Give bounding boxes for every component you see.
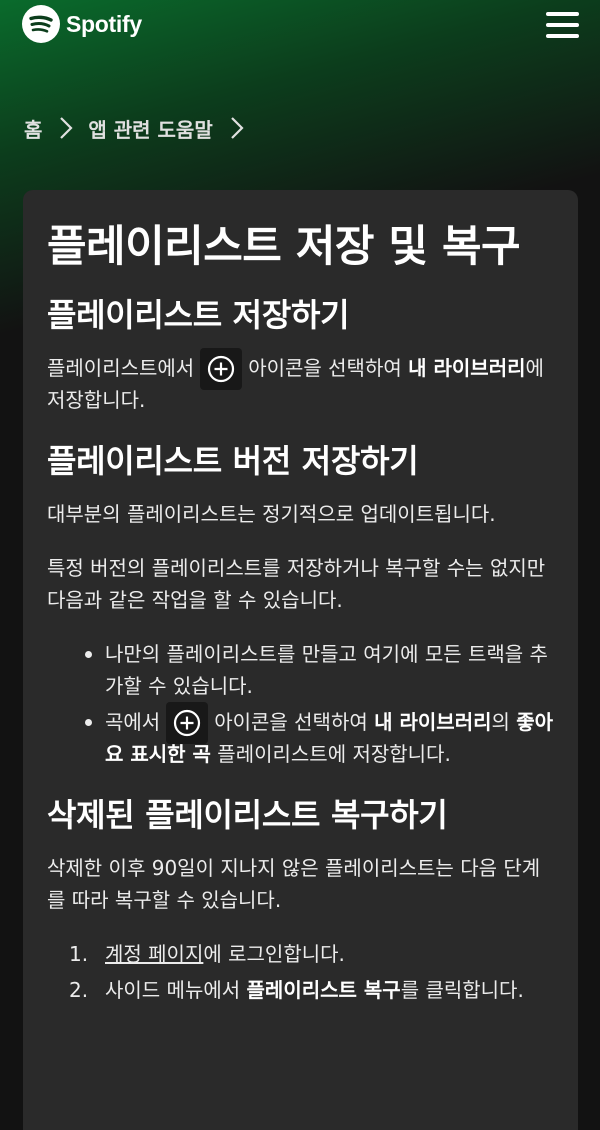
section-restore-text: 삭제한 이후 90일이 지나지 않은 플레이리스트는 다음 단계를 따라 복구할…	[47, 856, 541, 912]
section-heading-versions: 플레이리스트 버전 저장하기	[47, 442, 419, 480]
list-item: 1. 계정 페이지에 로그인합니다.	[69, 942, 345, 966]
breadcrumb: 홈 앱 관련 도움말	[24, 111, 259, 145]
top-bar: Spotify	[0, 0, 600, 50]
spotify-logo-icon	[22, 5, 60, 43]
section-versions-text-1: 대부분의 플레이리스트는 정기적으로 업데이트됩니다.	[47, 502, 496, 526]
breadcrumb-app-help[interactable]: 앱 관련 도움말	[88, 114, 212, 143]
section-versions-text-2: 특정 버전의 플레이리스트를 저장하거나 복구할 수는 없지만 다음과 같은 작…	[47, 556, 546, 612]
breadcrumb-home[interactable]: 홈	[24, 114, 42, 143]
section-heading-restore: 삭제된 플레이리스트 복구하기	[47, 796, 448, 834]
spotify-logo[interactable]: Spotify	[22, 5, 142, 43]
plus-circle-icon	[166, 701, 209, 744]
list-item: 나만의 플레이리스트를 만들고 여기에 모든 트랙을 추가할 수 있습니다.	[47, 638, 554, 702]
hamburger-menu-icon[interactable]	[546, 12, 579, 38]
chevron-right-icon	[230, 117, 244, 139]
article-card: 플레이리스트 저장 및 복구 플레이리스트 저장하기 플레이리스트에서 아이콘을 …	[23, 190, 578, 1130]
restore-steps-list: 1. 계정 페이지에 로그인합니다. 2. 사이드 메뉴에서 플레이리스트 복구를 …	[47, 938, 554, 1006]
list-item: 곡에서 아이콘을 선택하여 내 라이브러리의 좋아요 표시한 곡 플레이리스트에 …	[47, 701, 554, 770]
section-save-text: 플레이리스트에서 아이콘을 선택하여 내 라이브러리에 저장합니다.	[47, 347, 554, 416]
versions-bullet-list: 나만의 플레이리스트를 만들고 여기에 모든 트랙을 추가할 수 있습니다. 곡…	[47, 638, 554, 770]
plus-circle-icon	[200, 347, 243, 390]
brand-name: Spotify	[66, 10, 142, 37]
account-page-link[interactable]: 계정 페이지	[105, 942, 203, 966]
section-heading-save: 플레이리스트 저장하기	[47, 296, 350, 334]
chevron-right-icon	[60, 117, 73, 139]
page-title: 플레이리스트 저장 및 복구	[47, 222, 521, 272]
list-item: 2. 사이드 메뉴에서 플레이리스트 복구를 클릭합니다.	[69, 978, 524, 1002]
